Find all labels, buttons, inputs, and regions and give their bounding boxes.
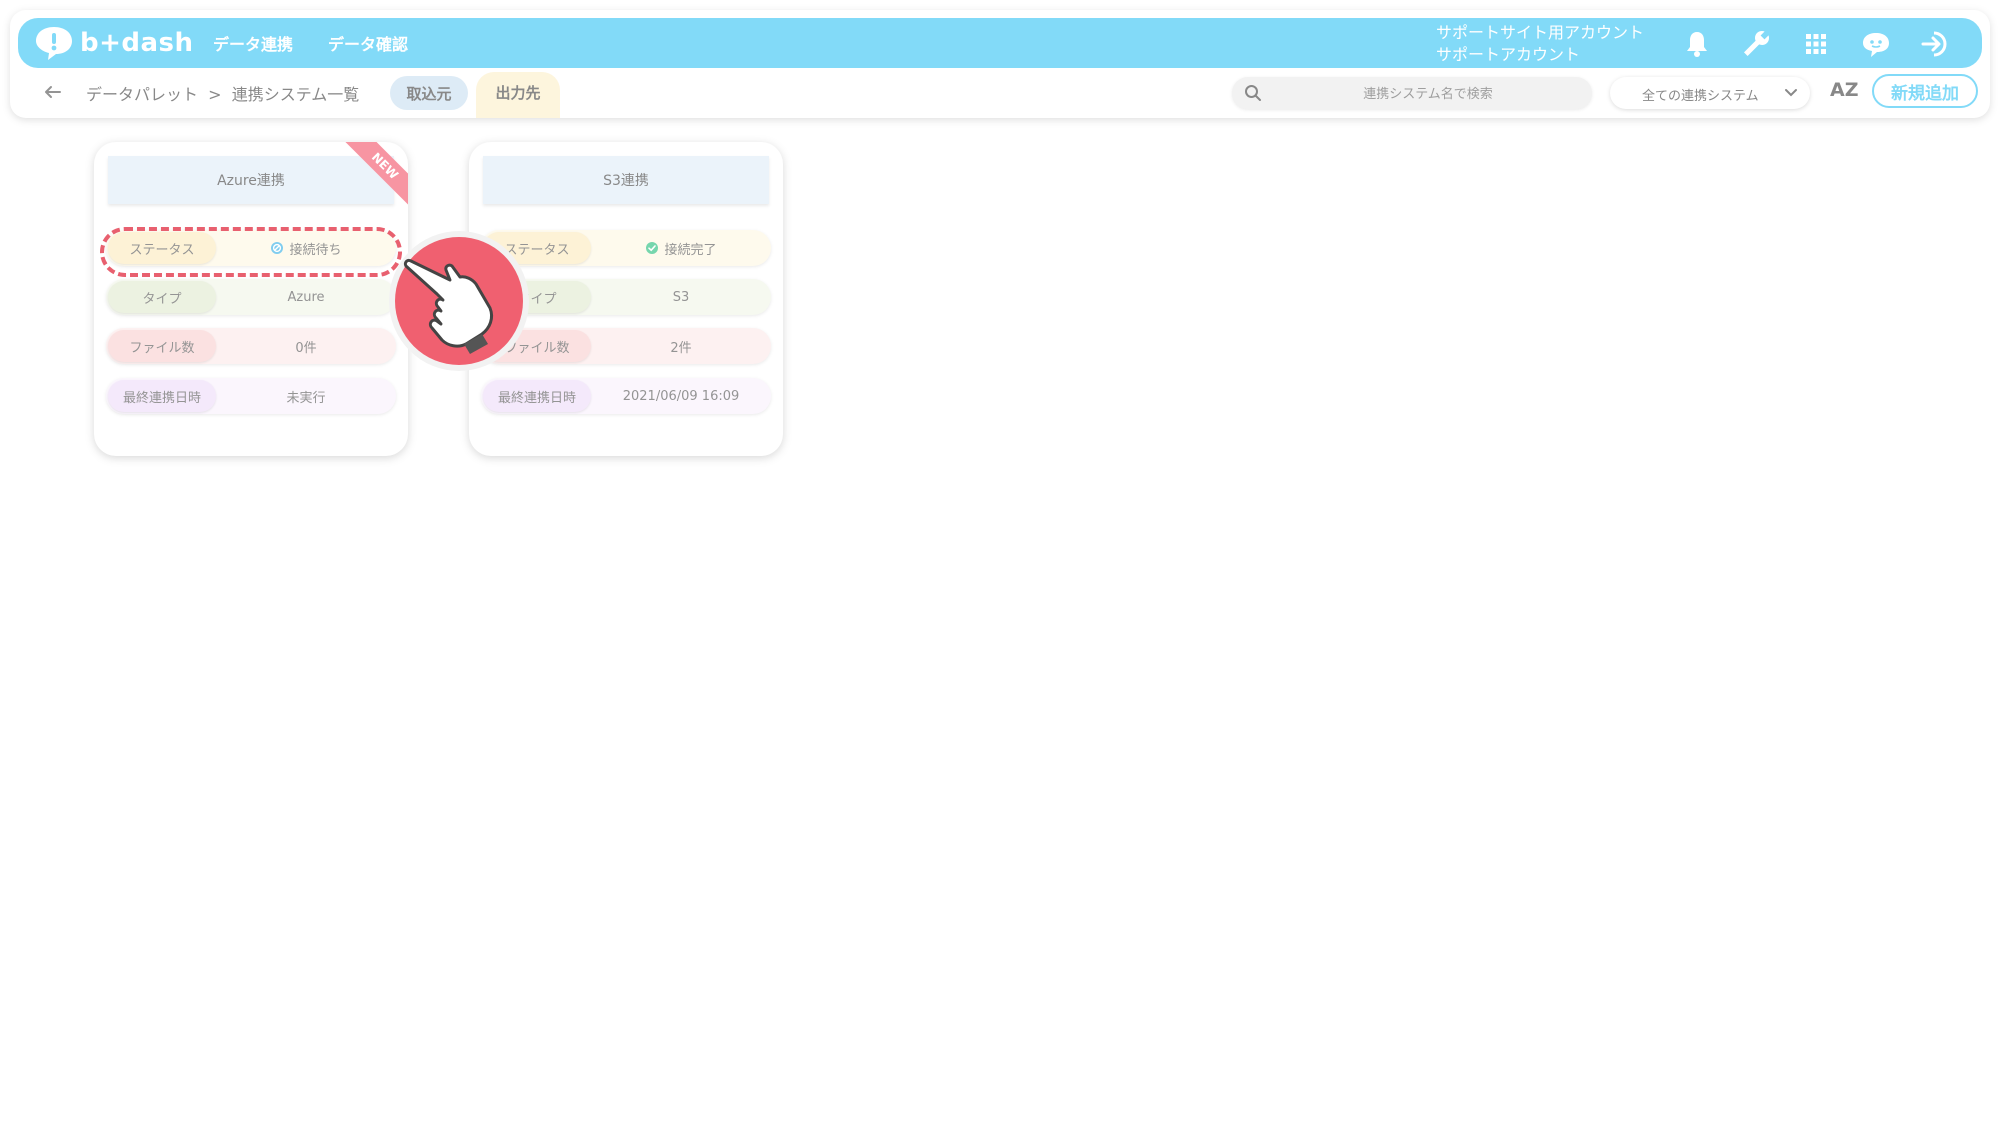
grid-icon[interactable] xyxy=(1800,28,1832,60)
check-icon xyxy=(646,242,659,254)
wrench-icon[interactable] xyxy=(1740,28,1772,60)
tab-import-source[interactable]: 取込元 xyxy=(390,76,468,110)
logout-icon[interactable] xyxy=(1920,28,1952,60)
last-sync-label: 最終連携日時 xyxy=(108,380,216,412)
last-sync-row: 最終連携日時 未実行 xyxy=(106,378,396,414)
file-count-label: ファイル数 xyxy=(108,330,216,362)
tab-output-destination[interactable]: 出力先 xyxy=(476,72,560,118)
type-value: S3 xyxy=(672,289,690,305)
last-sync-row: 最終連携日時 2021/06/09 16:09 xyxy=(481,378,771,414)
pointing-hand-icon xyxy=(389,231,529,371)
file-count-value: 2件 xyxy=(670,340,692,356)
system-filter-select[interactable]: 全ての連携システム xyxy=(1610,77,1810,109)
type-value: Azure xyxy=(287,289,325,305)
top-navigation-bar: b+dash データ連携 データ確認 サポートサイト用アカウント サポートアカウ… xyxy=(18,18,1982,68)
file-count-row: ファイル数 0件 xyxy=(106,328,396,364)
logo-bubble-icon xyxy=(36,27,72,60)
search-icon xyxy=(1245,85,1261,101)
status-value: 接続完了 xyxy=(593,230,769,266)
last-sync-value: 2021/06/09 16:09 xyxy=(622,388,740,404)
bell-icon[interactable] xyxy=(1681,28,1713,60)
nav-data-check[interactable]: データ確認 xyxy=(328,18,408,68)
account-site-name: サポートサイト用アカウント xyxy=(1436,23,1645,42)
card-title: Azure連携 xyxy=(108,156,394,204)
last-sync-value: 未実行 xyxy=(286,390,326,406)
bdash-logo[interactable]: b+dash xyxy=(34,24,194,62)
file-count-value: 0件 xyxy=(295,340,317,356)
breadcrumb[interactable]: データパレット > 連携システム一覧 xyxy=(86,81,359,105)
type-label: タイプ xyxy=(108,281,216,313)
account-user-name: サポートアカウント xyxy=(1436,45,1581,64)
sort-az-label: AZ xyxy=(1830,79,1859,101)
sub-toolbar: データパレット > 連携システム一覧 取込元 出力先 全ての連携システム AZ … xyxy=(10,68,1990,118)
search-box[interactable] xyxy=(1232,77,1592,111)
account-info[interactable]: サポートサイト用アカウント サポートアカウント xyxy=(1436,22,1644,66)
add-new-button[interactable]: 新規追加 xyxy=(1872,74,1978,108)
type-row: タイプ Azure xyxy=(106,279,396,315)
integration-card-azure[interactable]: Azure連携 NEW ステータス 接続待ち タイプ Azure ファイル数 0… xyxy=(94,142,408,456)
card-title: S3連携 xyxy=(483,156,769,204)
system-filter-value: 全ての連携システム xyxy=(1642,89,1759,104)
back-arrow-icon[interactable] xyxy=(40,79,66,105)
last-sync-label: 最終連携日時 xyxy=(483,380,591,412)
status-text: 接続完了 xyxy=(664,242,717,258)
sort-az-button[interactable]: AZ xyxy=(1830,79,1858,101)
status-highlight-outline xyxy=(100,227,402,277)
chevron-down-icon xyxy=(1785,89,1797,97)
search-input[interactable] xyxy=(1276,77,1580,111)
chat-bot-icon[interactable] xyxy=(1860,28,1892,60)
nav-data-link[interactable]: データ連携 xyxy=(213,18,293,68)
logo-text: b+dash xyxy=(80,28,194,58)
